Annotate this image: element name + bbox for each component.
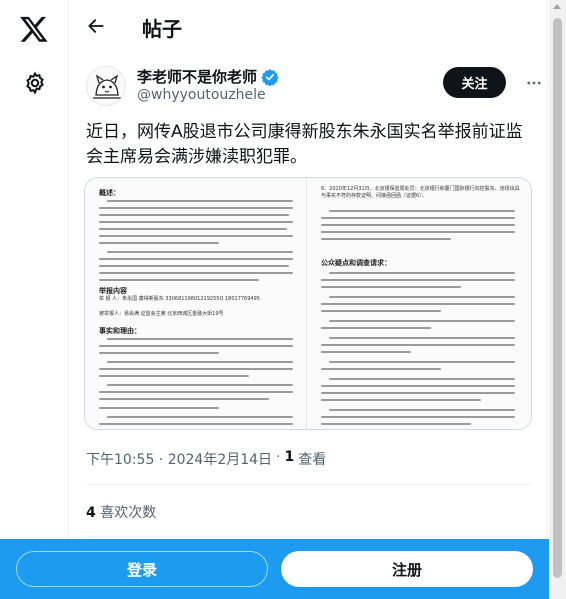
document-reported: 被举报人：易会满 证监会主席 北京西城区金融大街19号 bbox=[99, 311, 224, 317]
post-meta: 下午10:55 · 2024年2月14日 · 1 查看 bbox=[86, 449, 326, 469]
post-media-image[interactable]: 概述： 举报内容 举 报 人：朱永国 康得新股东 330681198012192… bbox=[84, 177, 532, 430]
post-author: 李老师不是你老师 @whyyoutouzhele 关注 bbox=[82, 63, 542, 111]
document-section-report: 举报内容 bbox=[99, 287, 127, 295]
document-note: 6、2020年12月31日，北京银保监局处罚：北京银行和厦门国际银行向控股东、违… bbox=[321, 186, 520, 199]
views-count: 1 bbox=[284, 449, 295, 465]
author-handle[interactable]: @whyyoutouzhele bbox=[137, 87, 266, 103]
follow-button[interactable]: 关注 bbox=[443, 67, 506, 98]
document-section-facts: 事实和理由： bbox=[99, 327, 141, 335]
scrollbar[interactable] bbox=[549, 0, 566, 599]
scrollbar-thumb[interactable] bbox=[553, 18, 562, 578]
avatar[interactable] bbox=[86, 66, 126, 106]
likes-count: 4 bbox=[86, 505, 96, 521]
meta-separator: · bbox=[276, 449, 281, 465]
post-timestamp[interactable]: 下午10:55 · 2024年2月14日 bbox=[86, 449, 272, 469]
document-reporter: 举 报 人：朱永国 康得新股东 33068119801219255O 18017… bbox=[99, 296, 260, 302]
main-column: 帖子 李老师不是你老师 @whyyoutouzhele 关注 近日，网传A股退市… bbox=[70, 0, 548, 599]
divider bbox=[86, 484, 532, 485]
arrow-left-icon[interactable] bbox=[82, 12, 110, 40]
document-section-questions: 公众疑点和调查请求： bbox=[321, 259, 391, 267]
verified-badge-icon bbox=[261, 68, 279, 86]
left-navigation-rail bbox=[0, 0, 69, 599]
likes-stat[interactable]: 4 喜欢次数 bbox=[86, 502, 156, 522]
document-page-right: 6、2020年12月31日，北京银保监局处罚：北京银行和厦门国际银行向控股东、违… bbox=[309, 178, 531, 429]
post-text: 近日，网传A股退市公司康得新股东朱永国实名举报前证监会主席易会满涉嫌渎职犯罪。 bbox=[86, 122, 523, 167]
login-signup-bar: 登录 注册 bbox=[0, 539, 549, 599]
page-title: 帖子 bbox=[142, 17, 182, 41]
login-button[interactable]: 登录 bbox=[16, 551, 268, 587]
author-name-line: 李老师不是你老师 bbox=[137, 66, 279, 87]
views-label: 查看 bbox=[298, 452, 327, 468]
more-horizontal-icon[interactable] bbox=[522, 71, 546, 95]
likes-label: 喜欢次数 bbox=[100, 505, 157, 521]
document-heading: 概述： bbox=[99, 189, 120, 197]
x-logo-icon[interactable] bbox=[17, 12, 51, 46]
divider bbox=[86, 536, 532, 537]
signup-button[interactable]: 注册 bbox=[281, 551, 533, 587]
gear-icon[interactable] bbox=[20, 68, 50, 98]
scroll-up-arrow-icon[interactable] bbox=[553, 4, 561, 9]
page-header: 帖子 bbox=[70, 0, 548, 53]
document-page-left: 概述： 举报内容 举 报 人：朱永国 康得新股东 330681198012192… bbox=[85, 178, 307, 429]
author-name[interactable]: 李老师不是你老师 bbox=[137, 66, 257, 87]
